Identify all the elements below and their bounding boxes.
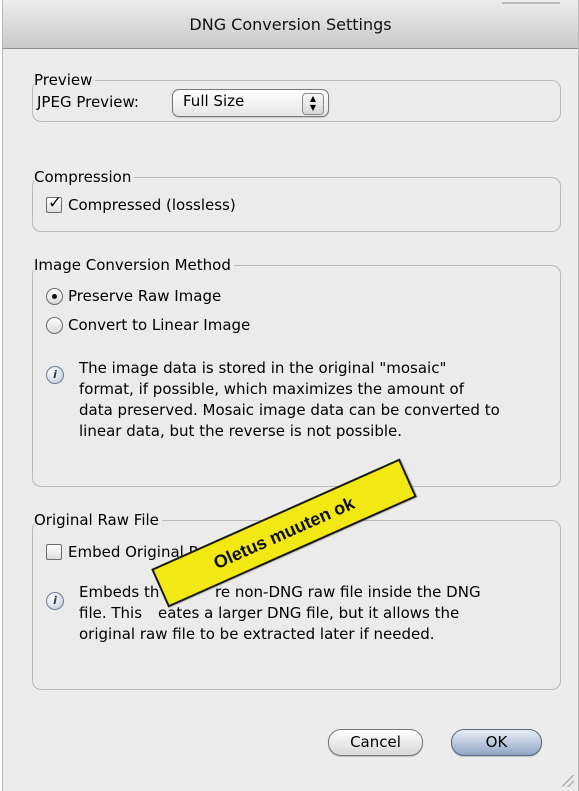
raw-info-line-2b: eates a larger DNG file, but it allows t… [158, 604, 460, 622]
checkmark-icon: ✓ [48, 193, 63, 213]
conversion-info-line-2: format, if possible, which maximizes the… [79, 380, 465, 398]
preview-group: Preview JPEG Preview: Full Size ▲ ▼ [32, 70, 561, 122]
raw-info-line-3: original raw file to be extracted later … [79, 625, 435, 643]
original-raw-group-label: Original Raw File [34, 510, 162, 530]
jpeg-preview-label: JPEG Preview: [37, 93, 139, 111]
raw-info-line-1b: re non-DNG raw file inside the DNG [215, 583, 481, 601]
conversion-method-group: Image Conversion Method Preserve Raw Ima… [32, 255, 561, 487]
info-icon: i [46, 366, 64, 384]
resize-grip-icon[interactable] [562, 775, 574, 787]
compressed-lossless-checkbox[interactable]: ✓ [46, 193, 62, 213]
embed-original-checkbox[interactable] [46, 544, 62, 560]
raw-info-line-2a: file. This [79, 604, 143, 622]
up-down-arrows-icon: ▲ ▼ [302, 93, 324, 115]
cancel-button[interactable]: Cancel [328, 729, 423, 756]
preserve-raw-label: Preserve Raw Image [68, 287, 222, 305]
title-bar[interactable]: DNG Conversion Settings [3, 0, 578, 49]
jpeg-preview-popup[interactable]: Full Size ▲ ▼ [172, 89, 329, 117]
conversion-info-line-1: The image data is stored in the original… [79, 359, 447, 377]
window-title: DNG Conversion Settings [189, 15, 392, 34]
conversion-info-line-3: data preserved. Mosaic image data can be… [79, 401, 500, 419]
ok-button[interactable]: OK [451, 729, 542, 756]
compression-group: Compression ✓ Compressed (lossless) [32, 167, 561, 232]
preserve-raw-radio[interactable] [46, 288, 63, 305]
info-icon: i [46, 592, 64, 610]
raw-info-line-1a: Embeds th [79, 583, 160, 601]
dng-settings-dialog: DNG Conversion Settings Preview JPEG Pre… [2, 0, 579, 791]
convert-linear-label: Convert to Linear Image [68, 316, 251, 334]
preview-group-label: Preview [34, 70, 96, 90]
compression-group-label: Compression [34, 167, 135, 187]
jpeg-preview-value: Full Size [183, 92, 245, 110]
conversion-info-line-4: linear data, but the reverse is not poss… [79, 422, 402, 440]
convert-linear-radio[interactable] [46, 317, 63, 334]
title-bar-artifact [502, 2, 560, 4]
compressed-lossless-label: Compressed (lossless) [68, 196, 236, 214]
conversion-group-label: Image Conversion Method [34, 255, 234, 275]
